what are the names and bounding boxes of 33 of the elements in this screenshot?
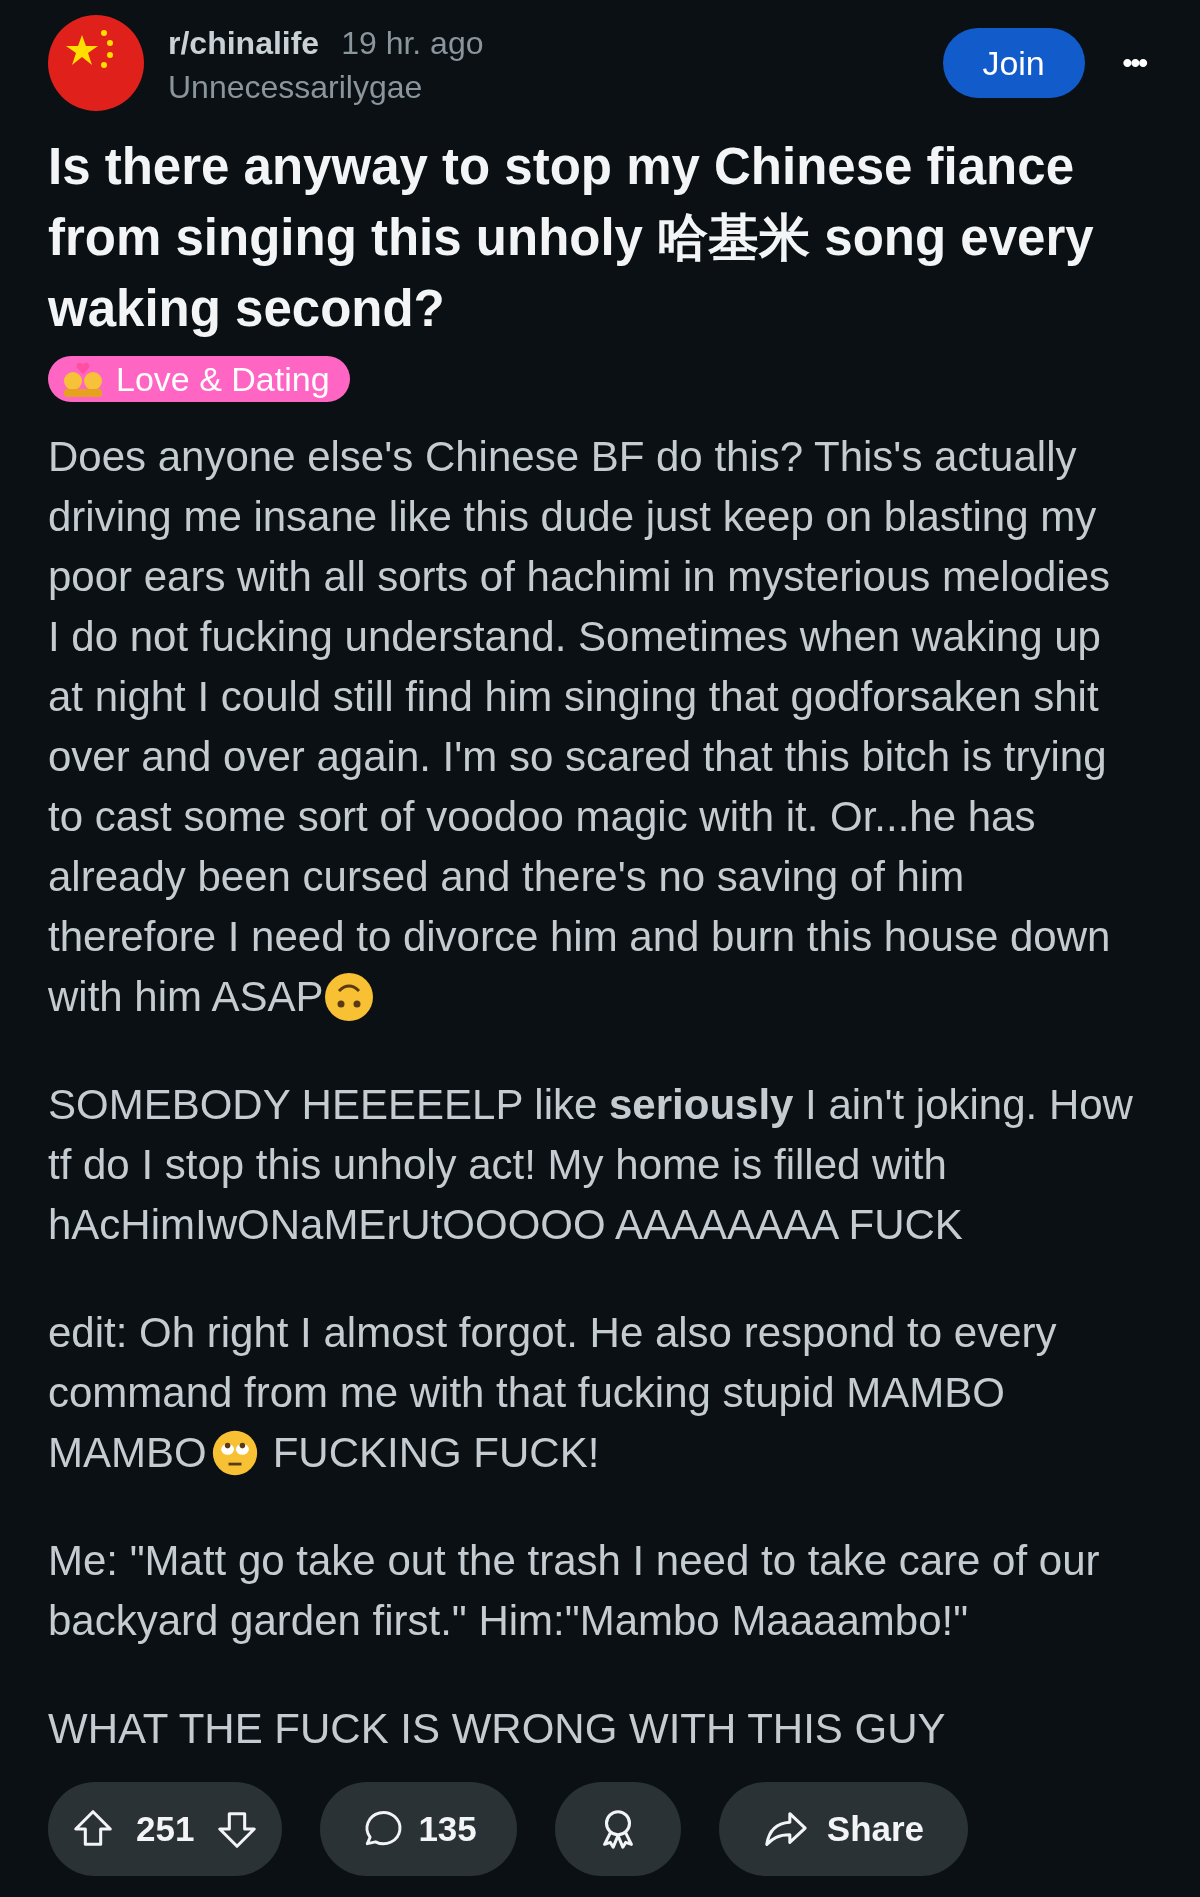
post-body-text: tf do I stop this unholy act! My home is filled with — [48, 1140, 947, 1190]
join-button[interactable]: Join — [942, 28, 1085, 98]
post-body-text: WHAT THE FUCK IS WRONG WITH THIS GUY — [48, 1704, 946, 1754]
post-body-text: SOMEBODY HEEEEELP like seriously I ain't joking. How — [48, 1080, 1133, 1130]
more-button[interactable]: ••• — [1122, 42, 1146, 84]
post-body-text: already been cursed and there's no saving of him — [48, 852, 965, 902]
comments-button[interactable]: 135 — [320, 1782, 517, 1876]
post-body-text: to cast some sort of voodoo magic with it. Or...he has — [48, 792, 1036, 842]
share-button[interactable]: Share — [718, 1782, 969, 1876]
post-body-text: edit: Oh right I almost forgot. He also respond to every — [48, 1308, 1057, 1358]
post-body-text: poor ears with all sorts of hachimi in mysterious melodies — [48, 552, 1111, 602]
post-body-text: driving me insane like this dude just keep on blasting my — [48, 492, 1097, 542]
flair-tag: Love & Dating — [48, 356, 350, 402]
post-body-text: therefore I need to divorce him and burn this house down — [48, 912, 1111, 962]
post-title: Is there anyway to stop my Chinese fiance from singing this unholy 哈基米 song every waking second? — [48, 137, 1095, 339]
post-body-text: backyard garden first." Him:"Mambo Maaaambo!" — [48, 1596, 969, 1646]
post-body-text: Me: "Matt go take out the trash I need to take care of our — [48, 1536, 1100, 1586]
upside-down-face-icon — [323, 971, 376, 1023]
post-body-text: Does anyone else's Chinese BF do this? This's actually — [48, 432, 1077, 482]
flag-avatar-icon[interactable] — [48, 15, 144, 111]
author-link[interactable]: Unnecessarilygae — [168, 67, 484, 107]
eye-roll-face-icon — [210, 1429, 259, 1477]
post-time: 19 hr. ago — [341, 24, 484, 63]
vote-count: 251 — [136, 1807, 195, 1850]
post-body-text: MAMBO — [48, 1428, 207, 1478]
subreddit-link[interactable]: r/chinalife — [168, 19, 320, 67]
post-body-text: with him ASAP — [48, 972, 324, 1022]
post-body-text: command from me with that fucking stupid MAMBO — [48, 1368, 1005, 1418]
post-body-text: hAcHimIwONaMErUtOOOOO AAAAAAAA FUCK — [48, 1200, 963, 1250]
post-body-text: I do not fucking understand. Sometimes when waking up — [48, 612, 1101, 662]
post-body-text: at night I could still find him singing that godforsaken shit — [48, 672, 1099, 722]
post-body-text: over and over again. I'm so scared that this bitch is trying — [48, 732, 1107, 782]
post-body-text: FUCKING FUCK! — [272, 1428, 600, 1478]
